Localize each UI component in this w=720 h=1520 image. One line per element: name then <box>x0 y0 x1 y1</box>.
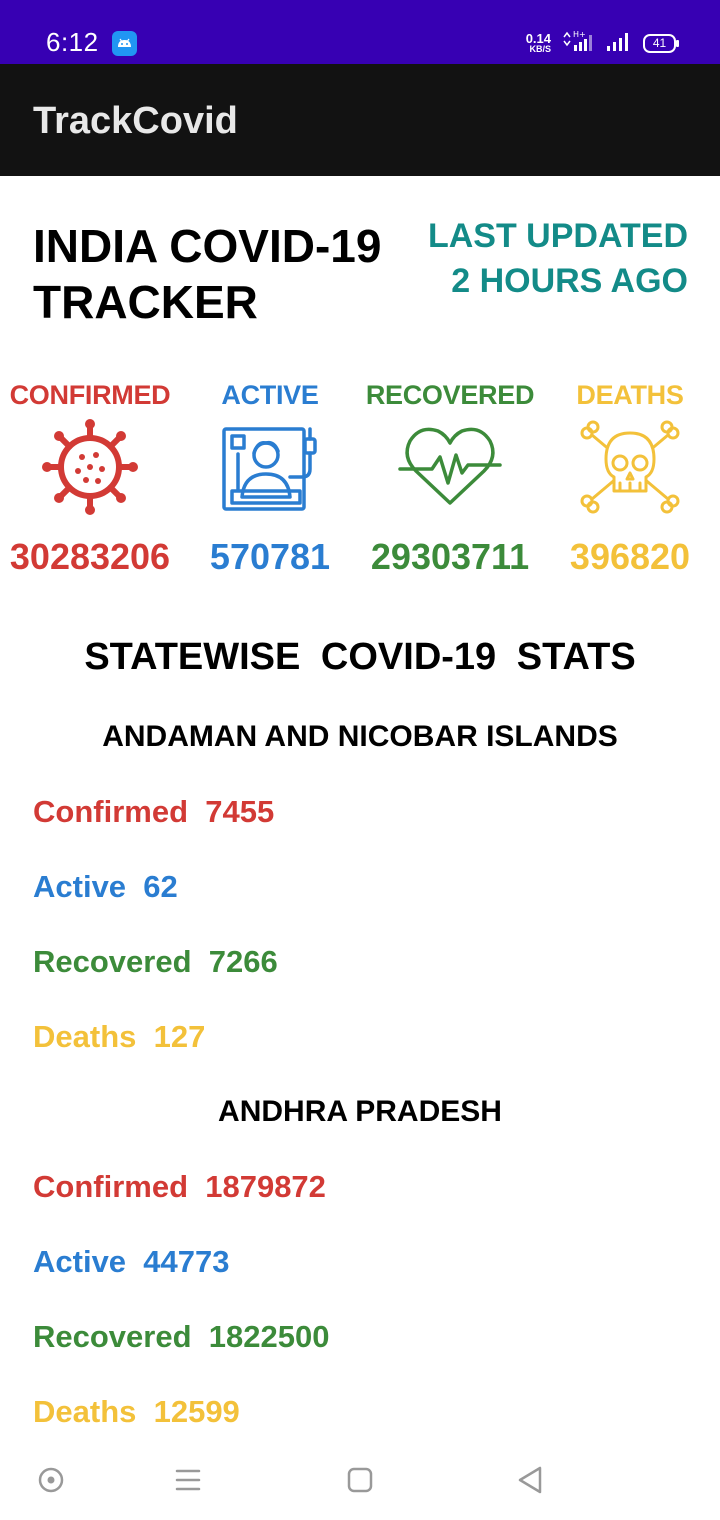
menu-icon[interactable] <box>168 1460 208 1500</box>
page-title: INDIA COVID-19 TRACKER <box>33 218 413 330</box>
recents-square-icon[interactable] <box>340 1460 380 1500</box>
deaths-value: 396820 <box>569 536 691 577</box>
back-triangle-icon[interactable] <box>510 1460 550 1500</box>
network-speed: 0.14 KB/S <box>526 32 551 54</box>
signal-icon <box>605 29 633 58</box>
last-updated: LAST UPDATED 2 HOURS AGO <box>428 214 688 304</box>
android-notification-icon <box>112 31 137 56</box>
network-speed-unit: KB/S <box>529 44 551 54</box>
page-title-line1: INDIA COVID-19 <box>33 220 382 272</box>
active-label: ACTIVE <box>221 380 319 410</box>
state-confirmed: Confirmed 1879872 <box>33 1169 326 1204</box>
confirmed-label: CONFIRMED <box>9 380 171 410</box>
last-updated-line2: 2 HOURS AGO <box>451 262 688 300</box>
last-updated-line1: LAST UPDATED <box>427 217 688 255</box>
active-card: ACTIVE 570781 <box>180 380 360 577</box>
network-type: H+ <box>573 30 586 39</box>
virus-icon <box>42 419 138 515</box>
state-recovered: Recovered 7266 <box>33 944 278 979</box>
deaths-card: DEATHS 396820 <box>540 380 720 577</box>
page-title-line2: TRACKER <box>33 276 258 328</box>
status-bar: 6:12 0.14 KB/S H+ 41 <box>0 0 720 64</box>
state-active: Active 62 <box>33 869 178 904</box>
app-title: TrackCovid <box>33 100 238 142</box>
state-deaths: Deaths 12599 <box>33 1394 240 1429</box>
state-recovered: Recovered 1822500 <box>33 1319 330 1354</box>
heartbeat-icon <box>398 427 502 505</box>
patient-bed-icon <box>222 427 317 511</box>
deaths-label: DEATHS <box>576 380 684 410</box>
system-nav-bar <box>0 1440 720 1520</box>
state-confirmed: Confirmed 7455 <box>33 794 275 829</box>
recovered-card: RECOVERED 29303711 <box>360 380 540 577</box>
skull-crossbones-icon <box>580 420 680 514</box>
state-active: Active 44773 <box>33 1244 230 1279</box>
state-name: ANDAMAN AND NICOBAR ISLANDS <box>102 720 618 753</box>
app-bar: TrackCovid <box>0 64 720 176</box>
state-name: ANDHRA PRADESH <box>218 1095 502 1128</box>
state-deaths: Deaths 127 <box>33 1019 206 1054</box>
signal-hplus-icon: H+ <box>561 29 595 58</box>
statewise-title: STATEWISE COVID-19 STATS <box>84 636 636 678</box>
battery-icon: 41 <box>643 33 679 53</box>
confirmed-card: CONFIRMED 30283206 <box>0 380 180 577</box>
recovered-label: RECOVERED <box>365 380 535 410</box>
status-time: 6:12 <box>46 27 99 57</box>
status-indicators: 0.14 KB/S H+ 41 <box>526 26 679 60</box>
home-circle-icon[interactable] <box>31 1460 71 1500</box>
